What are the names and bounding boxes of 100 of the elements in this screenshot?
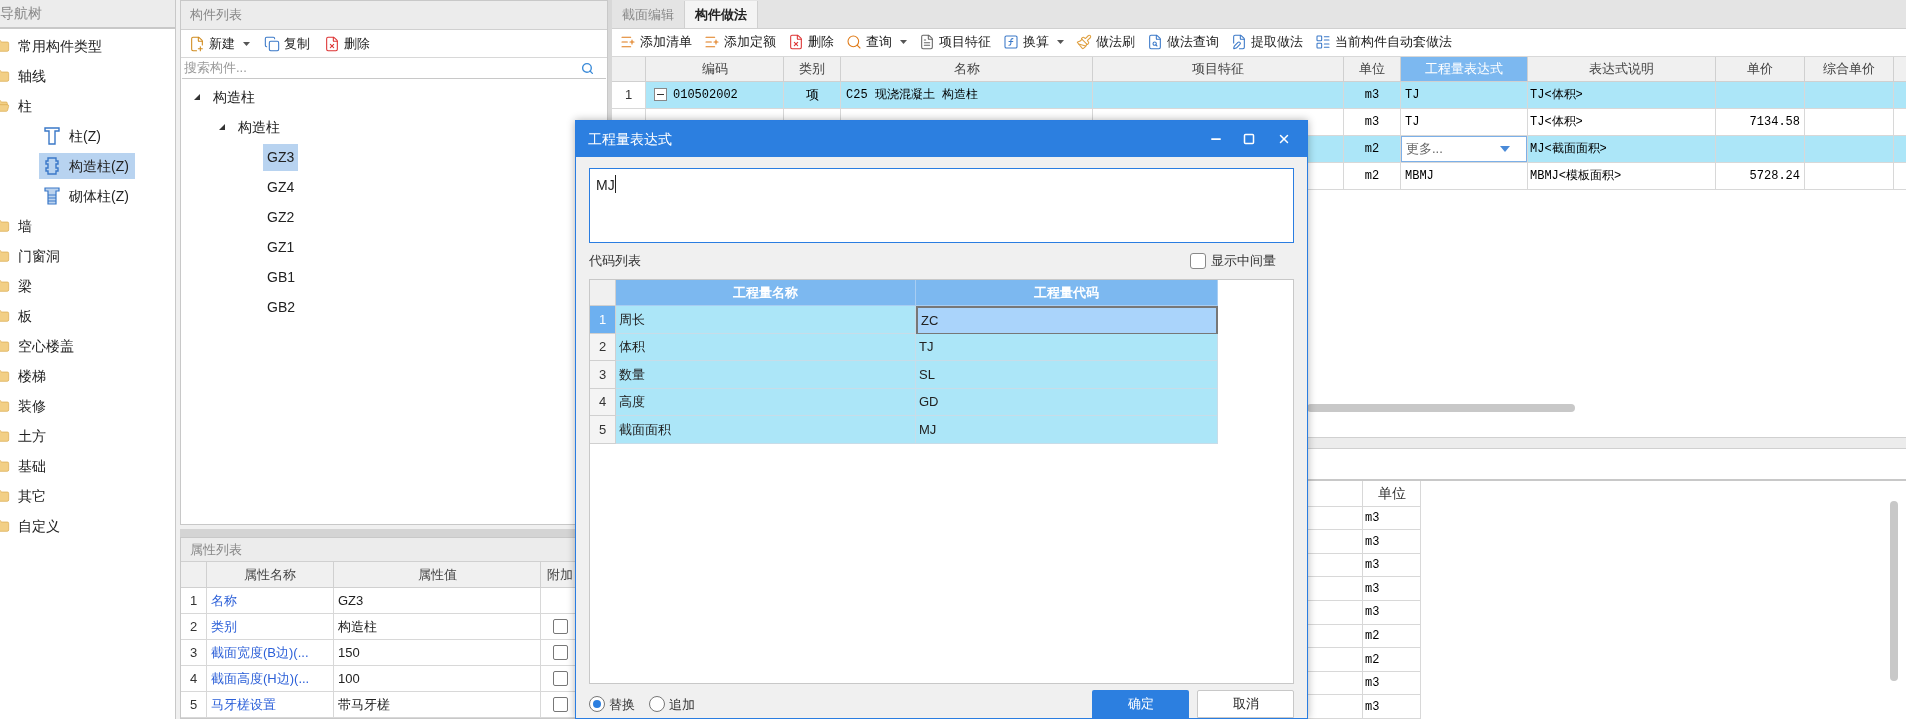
cancel-button[interactable]: 取消 xyxy=(1197,690,1294,718)
tree-item[interactable]: 构造柱 xyxy=(209,83,259,111)
checkbox[interactable]: 显示中间量 xyxy=(1190,251,1276,271)
file-edit-icon xyxy=(1231,34,1247,51)
table-cell: TJ xyxy=(1401,81,1528,109)
table-cell[interactable]: TJ xyxy=(916,333,1218,361)
checkbox[interactable] xyxy=(553,671,568,686)
tree-item[interactable]: 门窗洞 xyxy=(0,241,175,271)
column-header[interactable]: 表达式说明 xyxy=(1528,56,1716,82)
table-cell[interactable]: GD xyxy=(916,388,1218,416)
collapse-icon[interactable] xyxy=(654,88,667,102)
checkbox[interactable] xyxy=(553,619,568,634)
table-cell[interactable]: 高度 xyxy=(616,388,916,416)
tree-item[interactable]: 自定义 xyxy=(0,511,175,541)
table-cell: 类别 xyxy=(207,614,334,640)
table-cell: 截面宽度(B边)(... xyxy=(207,640,334,666)
table-cell: C25 现浇混凝土 构造柱 xyxy=(841,81,1093,109)
table-cell: m3 xyxy=(1363,506,1421,531)
tree-item[interactable]: 基础 xyxy=(0,451,175,481)
row-number[interactable]: 2 xyxy=(590,333,616,361)
table-cell: MBMJ xyxy=(1401,162,1528,190)
search-icon xyxy=(846,34,862,51)
tree-item[interactable]: 土方 xyxy=(0,421,175,451)
tree-item[interactable]: 轴线 xyxy=(0,61,175,91)
table-cell: 项 xyxy=(784,81,841,109)
table-cell: 100 xyxy=(334,666,541,692)
tree-item[interactable]: 楼梯 xyxy=(0,361,175,391)
column-header[interactable]: 综合单价 xyxy=(1805,56,1894,82)
expression-dropdown[interactable]: 更多... xyxy=(1401,135,1527,162)
column-header[interactable]: 单价 xyxy=(1716,56,1805,82)
panel-header: 导航树 xyxy=(0,0,175,29)
caret-icon xyxy=(1500,145,1510,152)
column-header[interactable]: 类别 xyxy=(784,56,841,82)
table-cell[interactable]: 截面面积 xyxy=(616,416,916,444)
copy-icon xyxy=(264,35,280,52)
table-cell[interactable]: 体积 xyxy=(616,333,916,361)
delete-icon xyxy=(324,35,340,52)
column-icon xyxy=(44,127,60,145)
column-icon xyxy=(44,187,60,205)
expand-triangle-icon[interactable] xyxy=(218,123,226,131)
table-cell: 名称 xyxy=(207,588,334,614)
expression-input[interactable]: MJ xyxy=(589,168,1294,243)
tree-item[interactable]: GZ4 xyxy=(263,173,299,201)
row-number: 4 xyxy=(181,666,207,692)
search-icon xyxy=(581,61,594,75)
expand-triangle-icon[interactable] xyxy=(193,93,201,101)
confirm-button[interactable]: 确定 xyxy=(1092,690,1189,718)
table-cell: m3 xyxy=(1363,671,1421,696)
tree-item[interactable]: 柱(Z) xyxy=(39,123,107,149)
checkbox[interactable] xyxy=(553,697,568,712)
table-cell: 马牙槎设置 xyxy=(207,692,334,718)
row-number[interactable]: 3 xyxy=(590,361,616,389)
tree-item[interactable]: GB1 xyxy=(263,263,299,291)
tree-item[interactable]: 空心楼盖 xyxy=(0,331,175,361)
close-icon[interactable] xyxy=(1277,132,1291,146)
table-cell[interactable]: 周长 xyxy=(616,306,916,334)
tree-item[interactable]: 装修 xyxy=(0,391,175,421)
table-cell: m3 xyxy=(1363,577,1421,602)
tree-item[interactable]: 构造柱(Z) xyxy=(39,153,135,179)
table-cell: TJ xyxy=(1401,108,1528,136)
row-number[interactable]: 5 xyxy=(590,416,616,444)
table-cell[interactable]: SL xyxy=(916,361,1218,389)
tree-item[interactable]: GB2 xyxy=(263,293,299,321)
column-header[interactable]: 单位 xyxy=(1344,56,1401,82)
table-cell[interactable]: MJ xyxy=(916,416,1218,444)
tree-item[interactable]: 柱 xyxy=(0,91,175,121)
column-header[interactable]: 项目特征 xyxy=(1093,56,1344,82)
tree-item[interactable]: GZ3 xyxy=(263,143,299,171)
tree-item[interactable]: 其它 xyxy=(0,481,175,511)
table-cell: m3 xyxy=(1363,695,1421,719)
tree-item[interactable]: 梁 xyxy=(0,271,175,301)
checkbox[interactable] xyxy=(553,645,568,660)
table-cell: m2 xyxy=(1363,624,1421,649)
column-header[interactable]: 名称 xyxy=(841,56,1093,82)
tree-item[interactable]: GZ1 xyxy=(263,233,299,261)
tree-item[interactable]: 墙 xyxy=(0,211,175,241)
search-field[interactable]: 搜索构件... xyxy=(184,58,581,78)
tree-item[interactable]: 板 xyxy=(0,301,175,331)
column-icon xyxy=(44,157,60,175)
radio-button[interactable]: 替换 xyxy=(589,694,635,714)
column-header: 属性值 xyxy=(334,562,541,588)
table-cell: MBMJ<模板面积> xyxy=(1528,162,1716,190)
row-number: 1 xyxy=(612,81,646,109)
table-cell: 150 xyxy=(334,640,541,666)
tab[interactable]: 构件做法 xyxy=(685,0,758,28)
tree-item[interactable]: 砌体柱(Z) xyxy=(39,183,135,209)
row-number[interactable]: 4 xyxy=(590,388,616,416)
maximize-icon[interactable] xyxy=(1243,133,1255,145)
table-cell: 截面高度(H边)(... xyxy=(207,666,334,692)
document-icon xyxy=(919,34,935,51)
table-cell[interactable]: ZC xyxy=(916,306,1218,334)
table-cell[interactable]: 数量 xyxy=(616,361,916,389)
radio-button[interactable]: 追加 xyxy=(649,694,695,714)
section-label: 代码列表 xyxy=(589,252,641,271)
table-cell: m3 xyxy=(1363,530,1421,554)
tree-item[interactable]: GZ2 xyxy=(263,203,299,231)
column-header[interactable]: 编码 xyxy=(646,56,784,82)
tree-item[interactable]: 构造柱 xyxy=(234,113,284,141)
table-cell: 5728.24 xyxy=(1716,162,1805,190)
tree-item[interactable]: 常用构件类型 xyxy=(0,31,175,61)
